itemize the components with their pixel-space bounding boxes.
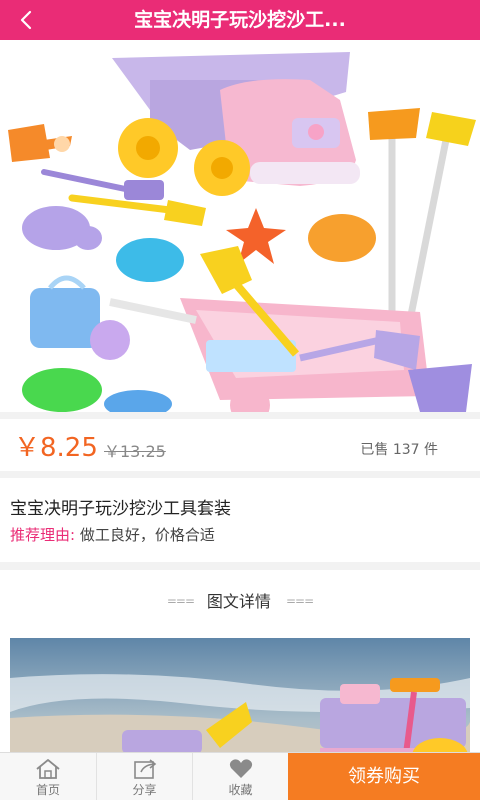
tab-home-label: 首页 [35, 783, 60, 797]
original-price: ￥13.25 [104, 442, 166, 461]
detail-heading: === 图文详情 === [0, 588, 480, 612]
back-button[interactable] [8, 0, 44, 40]
current-price: ￥8.25 [14, 433, 98, 463]
get-coupon-buy-button[interactable]: 领券购买 [288, 753, 480, 800]
tab-share-label: 分享 [132, 783, 157, 797]
product-name: 宝宝决明子玩沙挖沙工具套装 [10, 499, 231, 519]
tab-share[interactable]: 分享 [96, 753, 192, 800]
reason-label: 推荐理由: [10, 526, 76, 544]
recommend-reason: 推荐理由: 做工良好，价格合适 [10, 524, 215, 545]
bottom-tab-bar: 首页 分享 收藏 领券购买 [0, 752, 480, 800]
product-info-section: 宝宝决明子玩沙挖沙工具套装 推荐理由: 做工良好，价格合适 [0, 478, 480, 562]
tab-home[interactable]: 首页 [0, 753, 96, 800]
tab-favorite[interactable]: 收藏 [192, 753, 288, 800]
home-icon [36, 759, 60, 779]
page-title: 宝宝决明子玩沙挖沙工... [134, 9, 346, 31]
price-section: ￥8.25 ￥13.25 已售 137 件 [0, 419, 480, 471]
product-image[interactable] [0, 40, 480, 412]
heart-icon [229, 759, 252, 778]
reason-text: 做工良好，价格合适 [79, 526, 215, 544]
heading-divider-left: === [166, 594, 197, 608]
heading-divider-right: === [285, 594, 314, 608]
detail-heading-text: 图文详情 [206, 592, 271, 611]
tab-favorite-label: 收藏 [228, 783, 253, 797]
share-icon [133, 759, 156, 779]
sold-count: 已售 137 件 [360, 442, 438, 458]
chevron-left-icon [20, 10, 32, 30]
product-detail-screen: 宝宝决明子玩沙挖沙工... ￥8.25 ￥13.25 已售 137 件 宝宝决明… [0, 0, 480, 800]
top-bar: 宝宝决明子玩沙挖沙工... [0, 0, 480, 40]
sand-toys-illustration [0, 40, 480, 412]
